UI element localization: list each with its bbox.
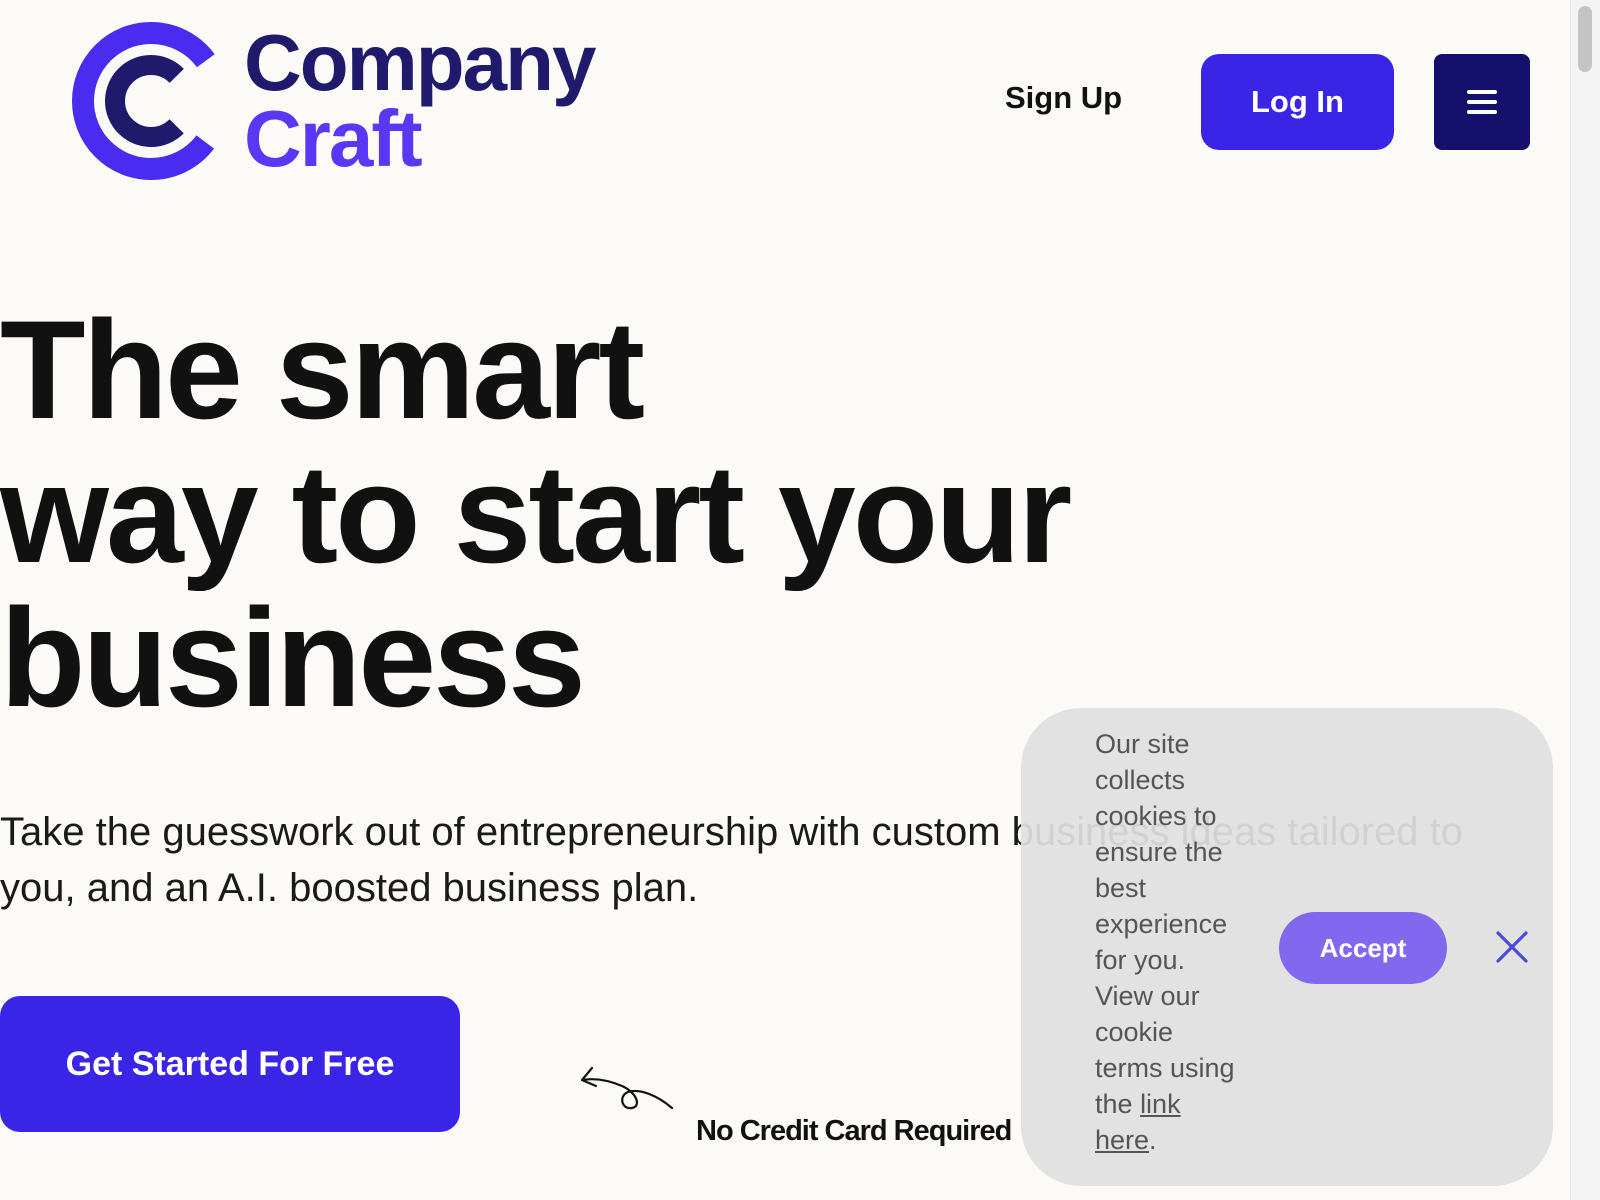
scrollbar-track[interactable]: [1570, 0, 1600, 1200]
scrollbar-thumb[interactable]: [1578, 6, 1592, 72]
sign-up-link[interactable]: Sign Up: [1005, 80, 1122, 116]
cookie-message: Our site collects cookies to ensure the …: [1095, 726, 1245, 1158]
headline-line-1: The smart: [0, 291, 645, 448]
no-credit-card-note: No Credit Card Required: [696, 1115, 1012, 1147]
logo-word-company: Company: [244, 18, 596, 107]
logo-wordmark: Company Craft: [244, 18, 596, 183]
log-in-button[interactable]: Log In: [1201, 54, 1394, 150]
log-in-label: Log In: [1251, 84, 1344, 119]
curly-arrow-icon: [580, 1066, 674, 1110]
hero-headline: The smart way to start your business: [0, 291, 1072, 736]
get-started-label: Get Started For Free: [65, 1044, 395, 1083]
page: Company Craft Sign Up Log In The smart w…: [0, 0, 1600, 1200]
logo-mark-icon: [72, 22, 230, 180]
accept-label: Accept: [1319, 932, 1407, 963]
cookie-period: .: [1149, 1125, 1157, 1155]
company-craft-logo[interactable]: Company Craft: [72, 18, 596, 183]
headline-line-3: business: [0, 579, 586, 736]
get-started-button[interactable]: Get Started For Free: [0, 996, 460, 1132]
hamburger-menu-icon: [1467, 90, 1497, 114]
logo-word-craft: Craft: [244, 94, 423, 183]
cookie-message-text: Our site collects cookies to ensure the …: [1095, 729, 1235, 1119]
cookie-banner: Our site collects cookies to ensure the …: [1021, 708, 1553, 1186]
accept-cookies-button[interactable]: Accept: [1279, 912, 1447, 984]
close-icon[interactable]: [1495, 930, 1529, 964]
headline-line-2: way to start your: [0, 435, 1072, 592]
menu-button[interactable]: [1434, 54, 1530, 150]
